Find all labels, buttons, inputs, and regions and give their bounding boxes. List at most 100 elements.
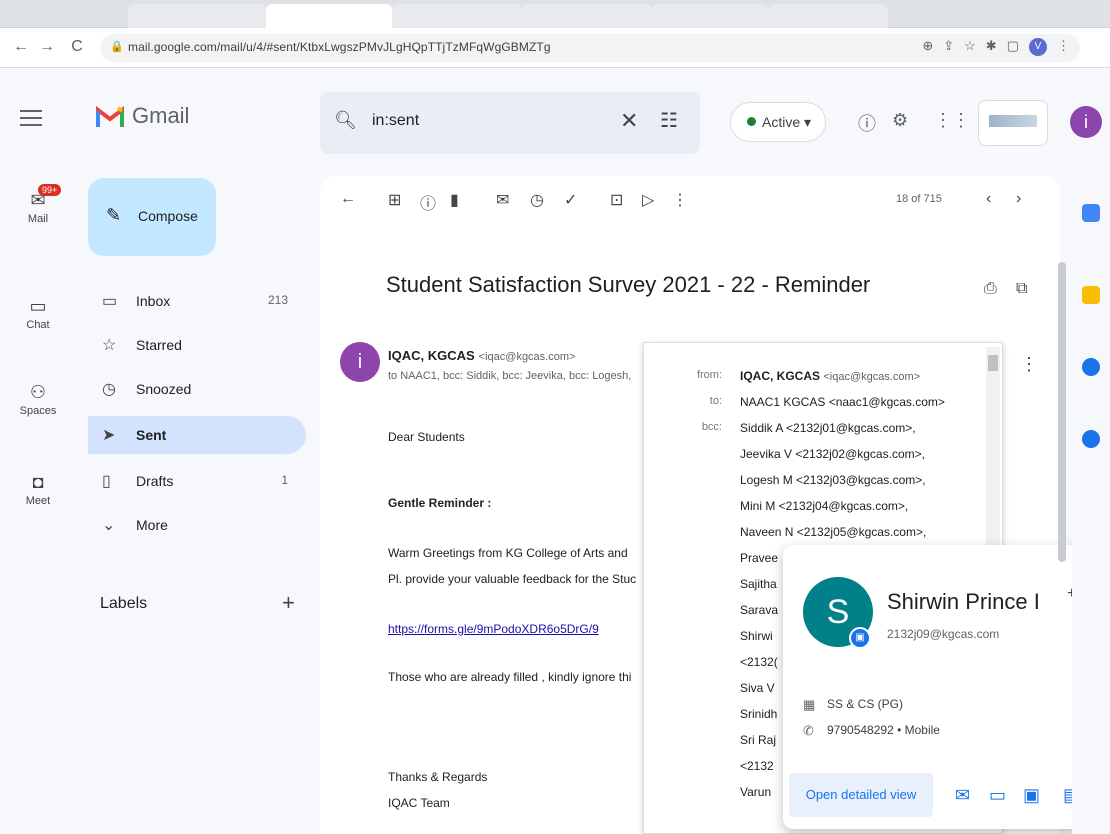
bcc-recipient[interactable]: Shirwi xyxy=(740,629,773,643)
bcc-recipient[interactable]: Sajitha xyxy=(740,577,777,591)
sidebar-item-sent[interactable]: ➤ Sent xyxy=(88,416,306,454)
browser-tab[interactable] xyxy=(652,4,768,28)
bcc-recipient[interactable]: Varun xyxy=(740,785,771,799)
gmail-logo[interactable]: Gmail xyxy=(96,103,189,129)
rail-spaces[interactable]: ⚇ Spaces xyxy=(16,382,60,417)
side-panel xyxy=(1072,176,1110,834)
back-arrow-icon[interactable]: ← xyxy=(340,190,356,208)
account-avatar[interactable]: i xyxy=(1070,106,1102,138)
recipients-summary[interactable]: to NAAC1, bcc: Siddik, bcc: Jeevika, bcc… xyxy=(388,370,631,382)
survey-link[interactable]: https://forms.gle/9mPodoXDR6o5DrG/9 xyxy=(388,622,599,636)
sidebar-item-inbox[interactable]: ▭ Inbox 213 xyxy=(88,282,306,320)
contact-phone[interactable]: 9790548292 • Mobile xyxy=(827,723,940,737)
bcc-key: bcc: xyxy=(701,421,722,433)
mark-unread-icon[interactable]: ✉ xyxy=(496,190,509,210)
open-detailed-view-button[interactable]: Open detailed view xyxy=(789,773,933,817)
search-icon[interactable]: 🔍︎ xyxy=(334,110,357,131)
bcc-recipient[interactable]: Naveen N <2132j05@kgcas.com>, xyxy=(740,525,926,539)
move-to-icon[interactable]: ⊡ xyxy=(610,190,623,210)
rail-chat[interactable]: ▭ Chat xyxy=(16,296,60,331)
send-email-icon[interactable]: ✉ xyxy=(955,785,970,806)
search-input[interactable]: in:sent xyxy=(372,112,419,130)
share-icon[interactable]: ⇪ xyxy=(943,38,954,56)
bcc-recipient[interactable]: Mini M <2132j04@kgcas.com>, xyxy=(740,499,908,513)
message-more-icon[interactable]: ⋮ xyxy=(1020,354,1038,375)
bcc-recipient[interactable]: Logesh M <2132j03@kgcas.com>, xyxy=(740,473,926,487)
back-arrow-icon[interactable]: ← xyxy=(10,36,32,58)
star-icon[interactable]: ☆ xyxy=(964,38,976,56)
add-task-icon[interactable]: ✓ xyxy=(564,190,577,210)
newer-chevron-icon[interactable]: ‹ xyxy=(986,190,991,208)
report-spam-icon[interactable]: ⓘ xyxy=(420,190,436,214)
bcc-recipient[interactable]: Siddik A <2132j01@kgcas.com>, xyxy=(740,421,916,435)
apps-grid-icon[interactable]: ⋮⋮ xyxy=(934,110,970,131)
open-new-window-icon[interactable]: ⧉ xyxy=(1016,280,1027,298)
draft-icon: ▯ xyxy=(102,473,111,490)
browser-tab[interactable] xyxy=(522,4,652,28)
scroll-thumb[interactable] xyxy=(988,355,998,371)
bcc-recipient[interactable]: Pravee xyxy=(740,551,778,565)
bcc-recipient[interactable]: <2132( xyxy=(740,655,778,669)
rail-meet[interactable]: ◘ Meet xyxy=(16,472,60,507)
forward-arrow-icon[interactable]: → xyxy=(36,36,58,58)
browser-tab-strip xyxy=(0,0,1110,28)
add-label-icon[interactable]: + xyxy=(282,590,295,616)
print-icon[interactable]: ⎙ xyxy=(984,280,997,298)
bcc-recipient[interactable]: Srinidh xyxy=(740,707,777,721)
sidebar-item-snoozed[interactable]: ◷ Snoozed xyxy=(88,370,306,408)
bcc-recipient[interactable]: Sri Raj xyxy=(740,733,776,747)
labels-heading: Labels xyxy=(100,595,148,612)
contacts-app-icon[interactable] xyxy=(1082,430,1100,448)
snooze-icon[interactable]: ◷ xyxy=(530,190,544,210)
delete-icon[interactable]: ▮ xyxy=(450,190,459,210)
sender-name[interactable]: IQAC, KGCAS xyxy=(388,348,475,363)
sidebar-icon[interactable]: ▢ xyxy=(1007,38,1019,56)
older-chevron-icon[interactable]: › xyxy=(1016,190,1021,208)
keep-app-icon[interactable] xyxy=(1082,286,1100,304)
compose-button[interactable]: ✎ Compose xyxy=(88,178,216,256)
label-icon[interactable]: ▷ xyxy=(642,190,654,210)
to-value[interactable]: NAAC1 KGCAS <naac1@kgcas.com> xyxy=(740,395,945,409)
email-signoff: Thanks & Regards xyxy=(388,770,488,784)
contact-name: Shirwin Prince I xyxy=(887,589,1040,614)
browser-tab[interactable] xyxy=(392,4,522,28)
profile-avatar[interactable]: V xyxy=(1029,38,1047,56)
from-email: <iqac@kgcas.com> xyxy=(823,371,921,383)
contact-email[interactable]: 2132j09@kgcas.com xyxy=(887,627,999,641)
clear-search-icon[interactable]: ✕ xyxy=(620,108,638,134)
bcc-recipient[interactable]: Siva V xyxy=(740,681,775,695)
bcc-recipient[interactable]: Jeevika V <2132j02@kgcas.com>, xyxy=(740,447,925,461)
archive-icon[interactable]: ⊞ xyxy=(388,190,401,210)
search-bar[interactable]: 🔍︎ in:sent ✕ ☷ xyxy=(320,92,700,154)
search-options-icon[interactable]: ☷ xyxy=(660,108,678,133)
zoom-icon[interactable]: ⊕ xyxy=(922,38,933,56)
chat-icon[interactable]: ▭ xyxy=(989,785,1006,806)
sidebar-item-drafts[interactable]: ▯ Drafts 1 xyxy=(88,462,306,500)
browser-tab[interactable] xyxy=(128,4,266,28)
phone-icon: ✆ xyxy=(803,723,814,738)
from-name[interactable]: IQAC, KGCAS xyxy=(740,369,820,383)
reload-icon[interactable]: C xyxy=(66,36,88,58)
status-selector[interactable]: Active ▾ xyxy=(730,102,826,142)
sender-avatar: i xyxy=(340,342,380,382)
bcc-recipient[interactable]: <2132 xyxy=(740,759,774,773)
browser-tab-active[interactable] xyxy=(266,4,392,28)
meet-icon: ◘ xyxy=(32,472,44,492)
browser-tab[interactable] xyxy=(768,4,888,28)
rail-mail[interactable]: ✉ 99+ Mail xyxy=(16,184,62,225)
url-field[interactable]: 🔒 mail.google.com/mail/u/4/#sent/KtbxLwg… xyxy=(100,34,1080,62)
sidebar-item-more[interactable]: ⌄ More xyxy=(88,506,306,544)
main-scrollbar[interactable] xyxy=(1058,262,1066,562)
tasks-app-icon[interactable] xyxy=(1082,358,1100,376)
browser-menu-icon[interactable]: ⋮ xyxy=(1057,38,1070,56)
help-icon[interactable]: ⓘ xyxy=(858,110,876,136)
sidebar-item-starred[interactable]: ☆ Starred xyxy=(88,326,306,364)
more-options-icon[interactable]: ⋮ xyxy=(672,190,688,210)
bcc-recipient[interactable]: Sarava xyxy=(740,603,778,617)
calendar-app-icon[interactable] xyxy=(1082,204,1100,222)
extensions-icon[interactable]: ✱ xyxy=(986,38,997,56)
video-call-icon[interactable]: ▣ xyxy=(1023,785,1040,806)
main-menu-icon[interactable] xyxy=(20,110,42,126)
organization-logo[interactable] xyxy=(978,100,1048,146)
settings-gear-icon[interactable]: ⚙ xyxy=(892,110,908,131)
